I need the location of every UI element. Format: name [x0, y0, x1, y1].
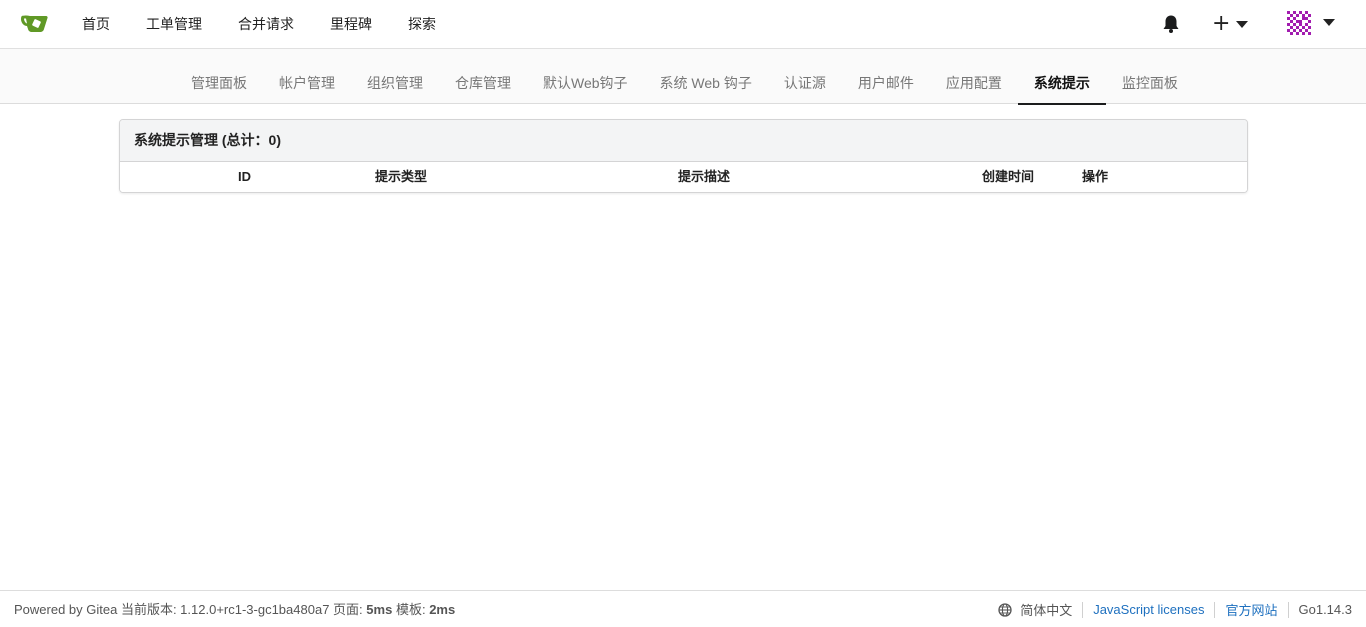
js-licenses-link[interactable]: JavaScript licenses — [1093, 602, 1204, 617]
admin-tab-dashboard[interactable]: 管理面板 — [175, 49, 263, 104]
divider — [1214, 601, 1216, 618]
nav-home[interactable]: 首页 — [64, 0, 128, 49]
bell-icon[interactable] — [1162, 14, 1180, 34]
avatar — [1286, 10, 1311, 35]
page: 首页 工单管理 合并请求 里程碑 探索 + 管理面板 帐户管理 组织管理 仓库管… — [0, 0, 1366, 627]
website-link[interactable]: 官方网站 — [1225, 600, 1277, 619]
divider — [1082, 601, 1084, 618]
nav-explore[interactable]: 探索 — [390, 0, 454, 49]
plus-icon: + — [1212, 11, 1231, 36]
caret-down-icon — [1236, 20, 1249, 28]
go-version: Go1.14.3 — [1298, 602, 1353, 617]
create-menu[interactable]: + — [1212, 11, 1249, 36]
admin-tab-config[interactable]: 应用配置 — [930, 49, 1018, 104]
admin-tab-auth-sources[interactable]: 认证源 — [768, 49, 842, 104]
table-header: ID 提示类型 提示描述 创建时间 操作 — [120, 162, 1247, 192]
column-header-description: 提示描述 — [678, 169, 731, 184]
user-menu[interactable] — [1286, 10, 1335, 35]
powered-by-text: Powered by Gitea 当前版本: 1.12.0+rc1-3-gc1b… — [14, 602, 363, 617]
gitea-logo-icon[interactable] — [20, 11, 50, 35]
admin-tab-system-webhooks[interactable]: 系统 Web 钩子 — [644, 49, 768, 104]
footer-version-info: Powered by Gitea 当前版本: 1.12.0+rc1-3-gc1b… — [14, 591, 455, 627]
admin-tab-users[interactable]: 帐户管理 — [263, 49, 351, 104]
globe-icon — [998, 602, 1012, 617]
caret-down-icon — [1323, 19, 1335, 26]
admin-menu: 管理面板 帐户管理 组织管理 仓库管理 默认Web钩子 系统 Web 钩子 认证… — [0, 49, 1366, 105]
column-header-operations: 操作 — [1082, 169, 1109, 184]
panel-title: 系统提示管理 (总计：0) — [120, 120, 1247, 162]
page-time: 5ms — [366, 602, 393, 617]
admin-tab-monitor[interactable]: 监控面板 — [1106, 49, 1194, 104]
footer-links: 简体中文 JavaScript licenses 官方网站 Go1.14.3 — [998, 591, 1352, 627]
column-header-id: ID — [238, 169, 251, 184]
admin-tab-emails[interactable]: 用户邮件 — [842, 49, 930, 104]
template-time: 2ms — [429, 602, 456, 617]
admin-tab-organizations[interactable]: 组织管理 — [351, 49, 439, 104]
admin-tab-default-webhooks[interactable]: 默认Web钩子 — [527, 49, 644, 104]
nav-pull-requests[interactable]: 合并请求 — [220, 0, 312, 49]
template-label: 模板: — [395, 602, 426, 617]
footer: Powered by Gitea 当前版本: 1.12.0+rc1-3-gc1b… — [0, 590, 1366, 627]
notices-panel: 系统提示管理 (总计：0) ID 提示类型 提示描述 创建时间 操作 — [119, 119, 1248, 193]
nav-milestones[interactable]: 里程碑 — [312, 0, 390, 49]
language-selector[interactable]: 简体中文 — [1020, 600, 1072, 619]
admin-tab-notices[interactable]: 系统提示 — [1017, 49, 1106, 105]
nav-issues[interactable]: 工单管理 — [128, 0, 220, 49]
admin-tab-repositories[interactable]: 仓库管理 — [439, 49, 527, 104]
column-header-created: 创建时间 — [982, 169, 1035, 184]
column-header-type: 提示类型 — [375, 169, 428, 184]
top-navbar: 首页 工单管理 合并请求 里程碑 探索 + — [0, 0, 1366, 49]
main-nav: 首页 工单管理 合并请求 里程碑 探索 — [64, 0, 454, 49]
divider — [1287, 601, 1289, 618]
